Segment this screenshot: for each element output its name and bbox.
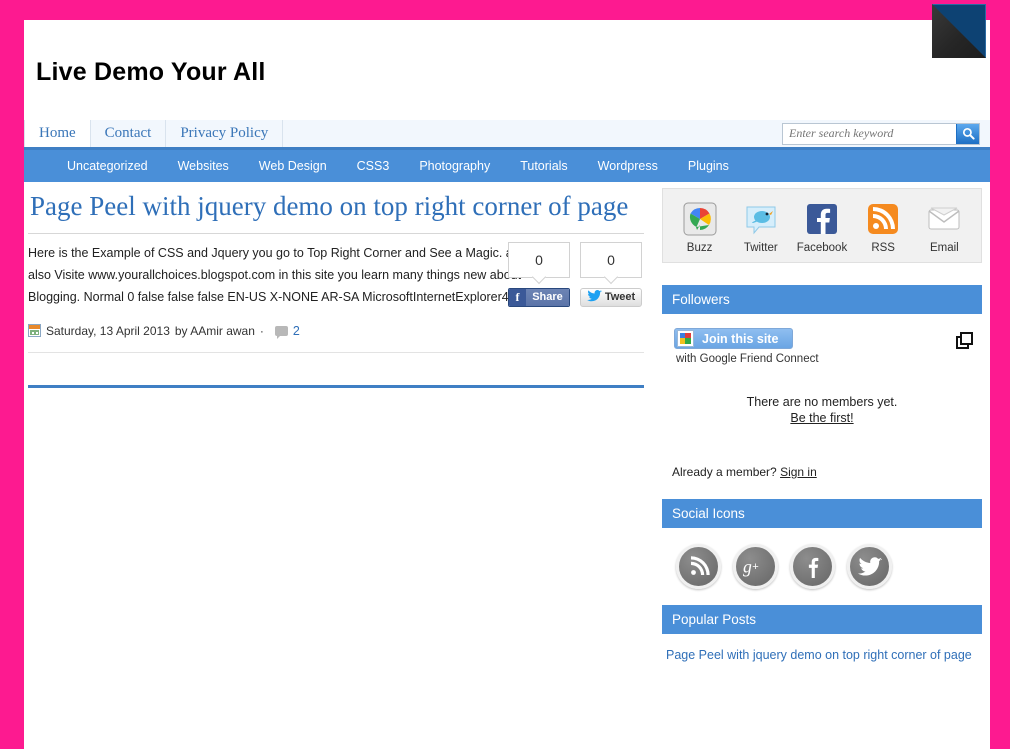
content-bottom-rule	[28, 384, 644, 388]
category-link-css3[interactable]: CSS3	[342, 159, 405, 173]
social-icons-row: g +	[662, 528, 982, 605]
category-link-photography[interactable]: Photography	[404, 159, 505, 173]
post-divider	[28, 351, 644, 353]
popular-posts-widget-title: Popular Posts	[662, 605, 982, 634]
comment-bubble-icon	[274, 325, 288, 339]
sign-in-link[interactable]: Sign in	[780, 465, 817, 479]
copy-icon[interactable]	[956, 332, 973, 349]
category-link-web-design[interactable]: Web Design	[244, 159, 342, 173]
category-link-wordpress[interactable]: Wordpress	[583, 159, 673, 173]
svg-text:g: g	[743, 556, 752, 576]
social-round-twitter[interactable]	[847, 544, 892, 589]
already-member-row: Already a member? Sign in	[672, 465, 976, 479]
facebook-share-button[interactable]: f Share	[508, 287, 570, 307]
share-icon-facebook-label: Facebook	[796, 242, 848, 254]
share-icon-rss[interactable]: RSS	[855, 201, 911, 254]
facebook-share-label: Share	[526, 288, 569, 306]
share-icon-email-label: Email	[929, 242, 959, 254]
twitter-icon	[743, 201, 779, 237]
facebook-share-unit: 0 f Share	[508, 241, 570, 307]
social-icons-widget-title: Social Icons	[662, 499, 982, 528]
join-site-group: Join this site with Google Friend Connec…	[674, 328, 819, 365]
post-date: Saturday, 13 April 2013	[46, 323, 170, 338]
meta-separator: ·	[259, 323, 264, 338]
nav-tab-privacy-policy[interactable]: Privacy Policy	[166, 120, 284, 147]
content-columns: Page Peel with jquery demo on top right …	[24, 182, 990, 662]
share-icon-rss-label: RSS	[871, 242, 895, 254]
followers-widget-body: Join this site with Google Friend Connec…	[662, 314, 982, 483]
category-link-tutorials[interactable]: Tutorials	[505, 159, 582, 173]
twitter-icon	[857, 556, 882, 577]
google-friend-connect-icon	[677, 330, 694, 347]
post-title-divider	[28, 232, 644, 234]
category-link-uncategorized[interactable]: Uncategorized	[52, 159, 163, 173]
twitter-tweet-label: Tweet	[604, 291, 636, 304]
followers-widget-title: Followers	[662, 285, 982, 314]
social-round-facebook[interactable]	[790, 544, 835, 589]
join-this-site-button[interactable]: Join this site	[674, 328, 794, 349]
search-input[interactable]	[783, 123, 956, 144]
popular-post-item[interactable]: Page Peel with jquery demo on top right …	[662, 634, 982, 662]
comment-count[interactable]: 2	[293, 324, 300, 338]
main-column: Page Peel with jquery demo on top right …	[24, 188, 654, 662]
sidebar: Buzz Twitter Facebook RSS Email Follower…	[654, 188, 982, 662]
join-this-site-label: Join this site	[702, 331, 779, 346]
facebook-icon: f	[509, 288, 526, 306]
rss-icon	[865, 201, 901, 237]
search-icon	[962, 127, 975, 140]
share-icon-twitter-label: Twitter	[743, 242, 778, 254]
buzz-icon	[682, 201, 718, 237]
post-body: Here is the Example of CSS and Jquery yo…	[28, 241, 644, 339]
post-excerpt: Here is the Example of CSS and Jquery yo…	[28, 245, 527, 304]
nav-tab-contact[interactable]: Contact	[90, 120, 167, 147]
search-button[interactable]	[956, 123, 979, 144]
search-box	[782, 122, 980, 145]
share-icons-panel: Buzz Twitter Facebook RSS Email	[662, 188, 982, 263]
twitter-share-unit: 0 Tweet	[580, 241, 642, 307]
google-plus-icon: g +	[743, 556, 769, 578]
post-meta: Saturday, 13 April 2013 by AAmir awan · …	[28, 323, 644, 339]
calendar-icon	[28, 324, 41, 338]
join-site-subtitle: with Google Friend Connect	[676, 353, 819, 365]
social-round-google-plus[interactable]: g +	[733, 544, 778, 589]
category-link-plugins[interactable]: Plugins	[673, 159, 744, 173]
share-icon-buzz[interactable]: Buzz	[672, 201, 728, 254]
category-link-websites[interactable]: Websites	[163, 159, 244, 173]
page-peel-corner[interactable]	[932, 4, 986, 58]
twitter-bird-icon	[586, 289, 602, 305]
join-site-row: Join this site with Google Friend Connec…	[668, 324, 976, 365]
be-the-first-link[interactable]: Be the first!	[668, 411, 976, 425]
already-member-text: Already a member?	[672, 465, 777, 479]
top-nav-tabs: Home Contact Privacy Policy	[24, 120, 284, 147]
facebook-share-count: 0	[508, 241, 570, 278]
post-share-buttons: 0 f Share 0 Tweet	[508, 241, 642, 307]
category-navigation: Uncategorized Websites Web Design CSS3 P…	[24, 150, 990, 182]
twitter-share-count: 0	[580, 241, 642, 278]
site-header: Live Demo Your All	[24, 20, 990, 120]
social-round-rss[interactable]	[676, 544, 721, 589]
facebook-icon	[802, 556, 824, 578]
search-area	[782, 120, 990, 147]
nav-tab-home[interactable]: Home	[24, 120, 91, 147]
post-byline: by AAmir awan	[174, 323, 255, 338]
share-icon-email[interactable]: Email	[916, 201, 972, 254]
email-icon	[926, 201, 962, 237]
facebook-icon	[804, 201, 840, 237]
rss-icon	[687, 555, 711, 579]
twitter-tweet-button[interactable]: Tweet	[580, 287, 642, 307]
page-sheet: Live Demo Your All Home Contact Privacy …	[24, 20, 990, 749]
top-navigation: Home Contact Privacy Policy	[24, 120, 990, 150]
site-title: Live Demo Your All	[36, 58, 266, 86]
share-icon-twitter[interactable]: Twitter	[733, 201, 789, 254]
post-title[interactable]: Page Peel with jquery demo on top right …	[30, 190, 644, 223]
svg-text:+: +	[752, 560, 759, 572]
no-members-text: There are no members yet.	[746, 395, 898, 409]
share-icon-facebook[interactable]: Facebook	[794, 201, 850, 254]
share-icon-buzz-label: Buzz	[686, 242, 713, 254]
pink-page-border: Live Demo Your All Home Contact Privacy …	[0, 0, 1010, 749]
no-members-message: There are no members yet. Be the first!	[668, 395, 976, 425]
